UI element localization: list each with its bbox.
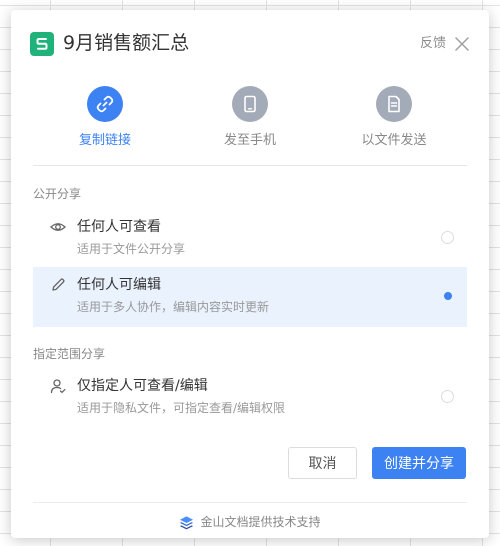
- option-description: 适用于隐私文件，可指定查看/编辑权限: [77, 401, 286, 415]
- tab-label: 发至手机: [223, 133, 276, 148]
- phone-icon: [232, 86, 268, 122]
- footer: 金山文档提供技术支持: [11, 513, 489, 531]
- close-icon[interactable]: [455, 36, 469, 51]
- section-label-public: 公开分享: [33, 187, 82, 201]
- option-radio[interactable]: [441, 231, 454, 244]
- dialog-title: 9月销售额汇总: [63, 32, 190, 54]
- option-title: 仅指定人可查看/编辑: [77, 378, 208, 394]
- eye-icon: [50, 219, 66, 235]
- option-description: 适用于文件公开分享: [77, 242, 186, 256]
- tab-copy-link[interactable]: 复制链接: [40, 86, 170, 149]
- app-logo-icon: [30, 32, 54, 56]
- create-and-share-button[interactable]: 创建并分享: [372, 447, 466, 479]
- divider: [33, 502, 467, 503]
- layers-icon: [179, 515, 194, 530]
- feedback-link[interactable]: 反馈: [420, 36, 446, 52]
- dialog-header: 9月销售额汇总 反馈: [11, 10, 489, 74]
- tab-send-to-phone[interactable]: 发至手机: [185, 86, 315, 149]
- document-icon: [376, 86, 412, 122]
- option-anyone-view[interactable]: 任何人可查看 适用于文件公开分享: [33, 209, 467, 269]
- footer-text: 金山文档提供技术支持: [200, 515, 321, 529]
- option-specified-people[interactable]: 仅指定人可查看/编辑 适用于隐私文件，可指定查看/编辑权限: [33, 368, 467, 428]
- tab-label: 复制链接: [78, 133, 131, 148]
- user-icon: [50, 378, 66, 394]
- tab-send-as-file[interactable]: 以文件发送: [329, 86, 459, 149]
- section-label-restricted: 指定范围分享: [33, 347, 106, 361]
- share-dialog: 9月销售额汇总 反馈 复制链接 发至手机 以文件发送 公开分享 任何人可查看 适…: [11, 10, 489, 538]
- option-anyone-edit[interactable]: 任何人可编辑 适用于多人协作，编辑内容实时更新: [33, 267, 467, 327]
- option-title: 任何人可查看: [77, 219, 161, 235]
- pencil-icon: [50, 277, 66, 293]
- cancel-button[interactable]: 取消: [288, 447, 357, 479]
- tab-label: 以文件发送: [361, 133, 427, 148]
- option-title: 任何人可编辑: [77, 277, 161, 293]
- option-description: 适用于多人协作，编辑内容实时更新: [77, 300, 270, 314]
- link-icon: [87, 86, 123, 122]
- option-radio[interactable]: [441, 289, 454, 302]
- divider: [33, 165, 467, 166]
- option-radio[interactable]: [441, 390, 454, 403]
